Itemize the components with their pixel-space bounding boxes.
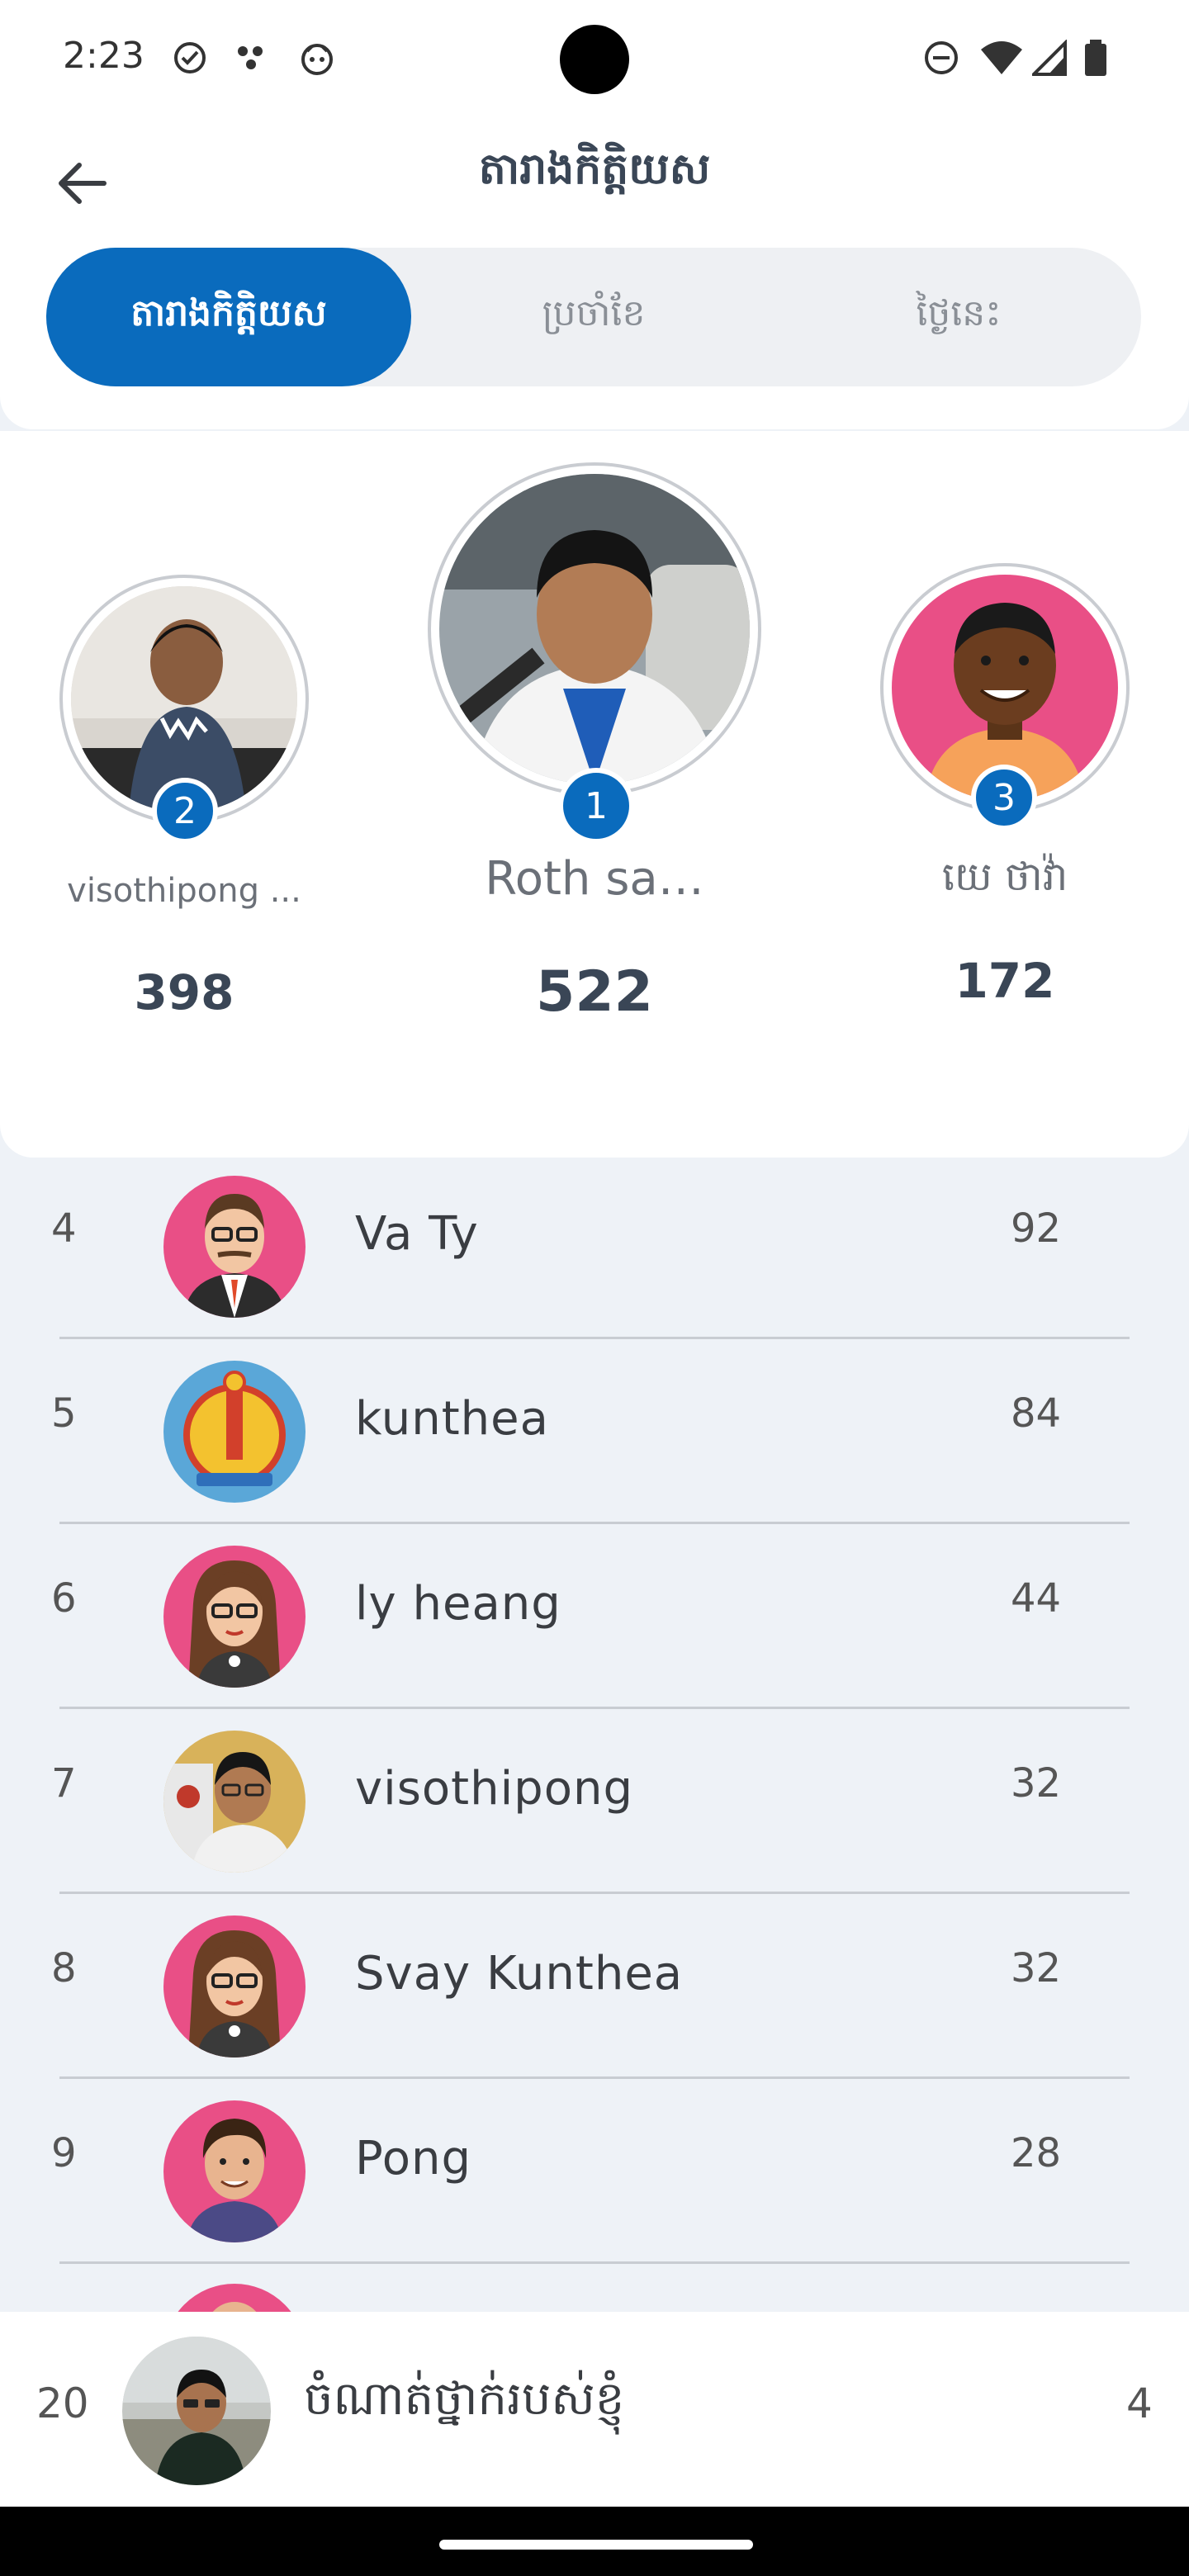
my-rank-bar[interactable]: 20 ចំណាត់ថ្នាក់របស់ខ្ញុំ 4 (0, 2312, 1189, 2507)
list-name: visothipong (355, 1762, 633, 1816)
tab-all-time[interactable]: តារាងកិត្តិយស (46, 248, 411, 386)
header: តារាងកិត្តិយស តារាងកិត្តិយស ប្រចាំខែ ថ្ង… (0, 116, 1189, 429)
rank-badge: 2 (152, 778, 218, 844)
list-score: 32 (1011, 1760, 1062, 1807)
list-score: 92 (1011, 1205, 1062, 1252)
list-rank: 6 (51, 1575, 77, 1622)
list-rank: 7 (51, 1760, 77, 1807)
list-rank: 5 (51, 1390, 77, 1437)
man-suit-avatar (163, 1176, 306, 1318)
list-score: 28 (1011, 2130, 1062, 2176)
list-item[interactable]: 4 Va Ty 92 (0, 1154, 1189, 1339)
podium-card: 2 visothipong ... 398 1 Roth sa… 522 3 យ… (0, 431, 1189, 1158)
list-name: Svay Kunthea (355, 1947, 684, 2001)
my-rank-label: ចំណាត់ថ្នាក់របស់ខ្ញុំ (304, 2372, 625, 2426)
list-rank: 4 (51, 1205, 77, 1252)
page-title: តារាងកិត្តិយស (478, 144, 711, 194)
dnd-icon (925, 41, 958, 74)
podium-score: 172 (955, 953, 1055, 1009)
podium-name: visothipong ... (67, 872, 301, 910)
list-rank: 9 (51, 2130, 77, 2176)
list-name: kunthea (355, 1392, 549, 1446)
my-rank-score: 4 (1126, 2379, 1153, 2427)
tab-today[interactable]: ថ្ងៃនេះ (776, 248, 1141, 386)
list-item[interactable]: 6 ly heang 44 (0, 1524, 1189, 1709)
list-item[interactable]: 5 kunthea 84 (0, 1339, 1189, 1524)
photo-avatar (163, 1731, 306, 1873)
woman-glasses-avatar (163, 1546, 306, 1688)
list-name: ly heang (355, 1577, 561, 1631)
list-name: Va Ty (355, 1207, 479, 1261)
wifi-icon (981, 41, 1022, 74)
podium-score: 522 (536, 959, 653, 1025)
android-icon (301, 44, 333, 75)
my-rank-number: 20 (36, 2379, 89, 2427)
list-item[interactable]: 7 visothipong 32 (0, 1709, 1189, 1894)
list-name: Pong (355, 2132, 472, 2185)
signal-icon (1032, 40, 1067, 76)
rank-badge: 3 (971, 765, 1037, 831)
battery-icon (1085, 40, 1106, 76)
camera-cutout (560, 25, 629, 94)
list-item[interactable]: 9 Pong 28 (0, 2079, 1189, 2264)
avatar (439, 474, 750, 784)
tab-monthly[interactable]: ប្រចាំខែ (411, 248, 776, 386)
segmented-tabs: តារាងកិត្តិយស ប្រចាំខែ ថ្ងៃនេះ (46, 248, 1141, 386)
system-nav-bar (0, 2507, 1189, 2576)
list-item[interactable]: 8 Svay Kunthea 32 (0, 1894, 1189, 2079)
podium-name: Roth sa… (485, 852, 704, 906)
home-gesture-pill[interactable] (439, 2540, 753, 2550)
my-avatar (122, 2337, 271, 2485)
status-bar: 2:23 (0, 0, 1189, 116)
list-score: 44 (1011, 1575, 1062, 1622)
divider (59, 2261, 1130, 2264)
rank-badge: 1 (558, 768, 634, 844)
status-time: 2:23 (63, 35, 144, 77)
emblem-avatar (163, 1361, 306, 1503)
list-score: 84 (1011, 1390, 1062, 1437)
woman-glasses-avatar (163, 1915, 306, 2057)
podium-name: យេ ថាវ៉ា (941, 854, 1068, 900)
dots-icon (238, 46, 263, 69)
young-man-avatar (163, 2100, 306, 2242)
list-score: 32 (1011, 1945, 1062, 1991)
list-rank: 8 (51, 1945, 77, 1991)
podium-score: 398 (134, 964, 234, 1020)
check-circle-icon (174, 42, 206, 73)
